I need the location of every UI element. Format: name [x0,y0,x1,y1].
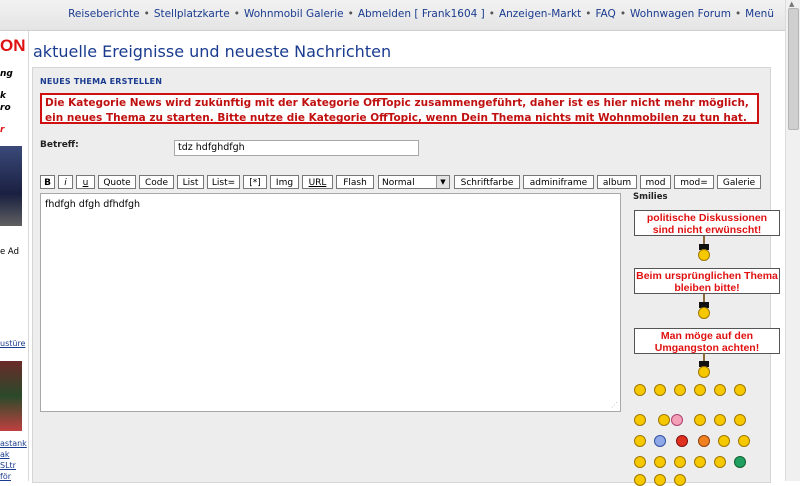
grin-smiley-icon[interactable] [634,384,646,396]
nav-separator: • [488,8,495,20]
laugh-smiley-icon[interactable] [658,414,670,426]
font-size-value: Normal [382,178,415,188]
nav-link-wohnmobil-galerie[interactable]: Wohnmobil Galerie [244,8,344,20]
exclaim-smiley-icon[interactable] [634,456,646,468]
adminiframe-button[interactable]: adminiframe [523,175,594,189]
nav-link-faq[interactable]: FAQ [595,8,615,20]
page-scrollbar[interactable]: ▲ [785,0,800,481]
redface-smiley-icon[interactable] [734,414,746,426]
mad-smiley-icon[interactable] [694,414,706,426]
nav-separator: • [233,8,240,20]
arrow-smiley-icon[interactable] [694,456,706,468]
ad-label: e Ad [0,247,19,257]
smilies-title: Smilies [633,192,668,202]
smile-smiley-icon[interactable] [654,384,666,396]
ad-link[interactable]: astank [0,439,27,448]
nav-separator: • [734,8,742,20]
ad-text-line: k [0,91,6,101]
ad-image[interactable] [0,361,22,431]
nav-separator: • [619,8,627,20]
neutral-smiley-icon[interactable] [714,456,726,468]
category-notice: Die Kategorie News wird zukünftig mit de… [40,93,759,124]
smiley-sign-stay-on-topic[interactable]: Beim ursprünglichen Thema bleiben bitte! [634,268,780,294]
smiley-sign-manners[interactable]: Man möge auf den Umgangston achten! [634,328,780,354]
nav-link-menue[interactable]: Menü [745,8,774,20]
question-smiley-icon[interactable] [654,456,666,468]
ad-link[interactable]: ak [0,450,10,459]
sign-holder-smiley-icon[interactable] [697,294,711,322]
album-button[interactable]: album [597,175,637,189]
ad-text-line: ng [0,69,13,79]
cool-smiley-icon[interactable] [634,414,646,426]
pig-smiley-icon[interactable] [671,414,683,426]
hat-smiley-icon[interactable] [654,474,666,486]
font-color-button[interactable]: Schriftfarbe [454,175,520,189]
img-button[interactable]: Img [270,175,299,189]
list-item-button[interactable]: [*] [243,175,267,189]
new-topic-panel: NEUES THEMA ERSTELLEN Die Kategorie News… [32,67,780,486]
mod-eq-button[interactable]: mod= [674,175,714,189]
razz-smiley-icon[interactable] [714,414,726,426]
quote-button[interactable]: Quote [98,175,136,189]
ad-image[interactable] [0,146,22,226]
panel-header: NEUES THEMA ERSTELLEN [40,77,163,86]
url-button[interactable]: URL [302,175,333,189]
shocked-smiley-icon[interactable] [714,384,726,396]
nav-link-stellplatzkarte[interactable]: Stellplatzkarte [154,8,230,20]
nav-link-abmelden[interactable]: Abmelden [ Frank1604 ] [358,8,485,20]
nav-separator: • [143,8,150,20]
underline-button[interactable]: u [76,175,95,189]
idea-smiley-icon[interactable] [674,456,686,468]
nav-link-reiseberichte[interactable]: Reiseberichte [68,8,140,20]
galerie-button[interactable]: Galerie [717,175,761,189]
hat-smiley-icon[interactable] [674,474,686,486]
wink-smiley-icon[interactable] [738,435,750,447]
nav-separator: • [347,8,354,20]
message-text: fhdfgh dfgh dfhdfgh [45,199,141,210]
nav-links: Reiseberichte • Stellplatzkarte • Wohnmobil … [68,8,774,20]
ad-logo-fragment: ON [0,36,26,55]
message-textarea[interactable]: fhdfgh dfgh dfhdfgh ⋰ [40,193,621,412]
sad-smiley-icon[interactable] [674,384,686,396]
list-ordered-button[interactable]: List= [207,175,240,189]
mod-button[interactable]: mod [640,175,671,189]
code-button[interactable]: Code [139,175,174,189]
bold-button[interactable]: B [40,175,55,189]
nav-link-wohnwagen-forum[interactable]: Wohnwagen Forum [630,8,731,20]
scroll-up-arrow-icon[interactable]: ▲ [789,0,794,8]
list-button[interactable]: List [177,175,204,189]
flash-button[interactable]: Flash [336,175,374,189]
nav-separator: • [585,8,592,20]
ad-link[interactable]: för [0,472,11,481]
chevron-down-icon[interactable]: ▼ [436,176,449,188]
rolleyes-smiley-icon[interactable] [718,435,730,447]
scrollbar-thumb[interactable] [788,8,799,130]
ad-text-line: ro [0,103,11,113]
mrgreen-smiley-icon[interactable] [734,456,746,468]
subject-input[interactable]: tdz hdfghdfgh [174,140,419,156]
ad-link[interactable]: ustüre [0,339,25,348]
subject-label: Betreff: [40,140,79,150]
left-ad-strip: ON ng k ro r e Ad ustüre astank ak SLtr … [0,31,29,481]
evil-smiley-icon[interactable] [676,435,688,447]
cold-smiley-icon[interactable] [654,435,666,447]
ad-text-line: r [0,125,5,135]
top-navigation-bar: Reiseberichte • Stellplatzkarte • Wohnmobil … [0,0,786,31]
sign-holder-smiley-icon[interactable] [697,353,711,381]
surprised-smiley-icon[interactable] [694,384,706,396]
italic-button[interactable]: i [58,175,73,189]
confused-smiley-icon[interactable] [734,384,746,396]
font-size-select[interactable]: Normal ▼ [378,175,450,189]
sign-holder-smiley-icon[interactable] [697,236,711,264]
resize-grip-icon[interactable]: ⋰ [611,401,618,409]
page-title: aktuelle Ereignisse und neueste Nachrich… [33,42,392,61]
cry-smiley-icon[interactable] [634,435,646,447]
smiley-sign-no-politics[interactable]: politische Diskussionen sind nicht erwün… [634,210,780,236]
hat-smiley-icon[interactable] [634,474,646,486]
ad-link[interactable]: SLtr [0,461,16,470]
twisted-smiley-icon[interactable] [698,435,710,447]
nav-link-anzeigen-markt[interactable]: Anzeigen-Markt [499,8,581,20]
